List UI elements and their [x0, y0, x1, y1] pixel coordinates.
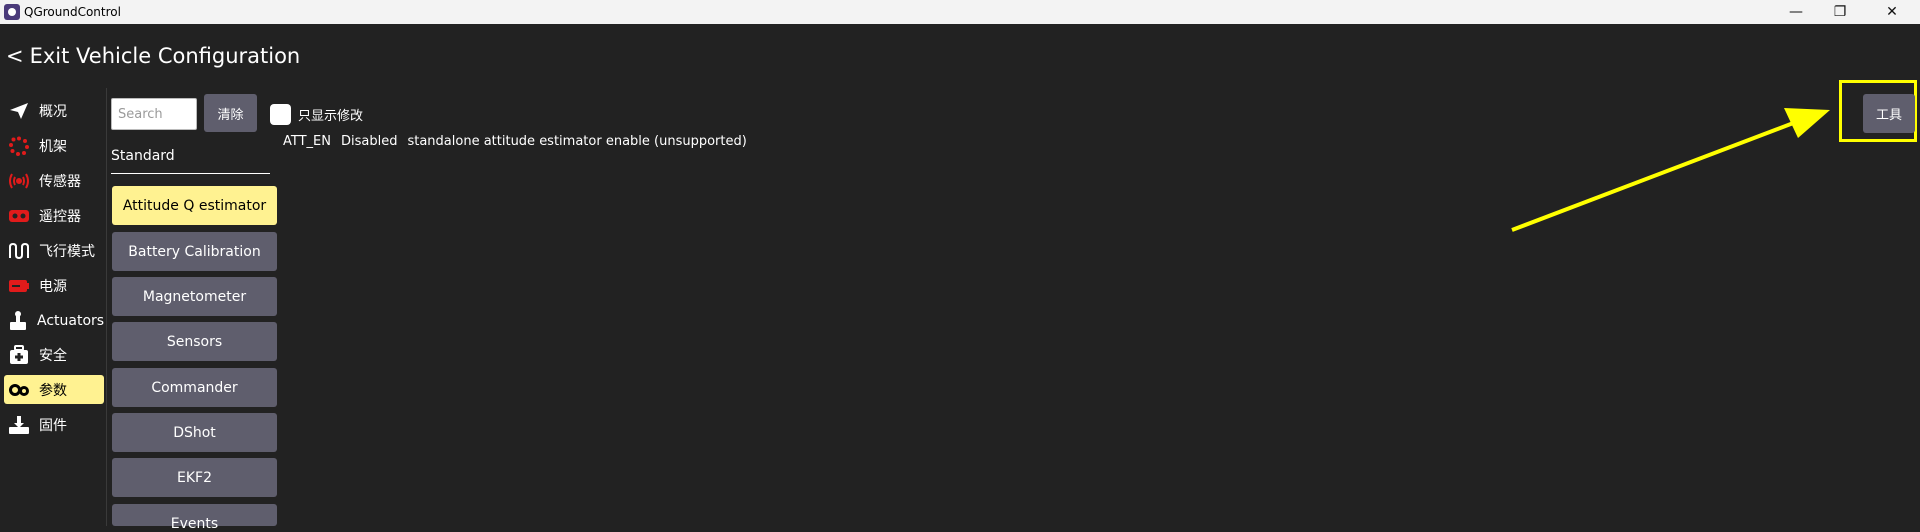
parameter-value: Disabled — [340, 134, 398, 149]
exit-label: Exit Vehicle Configuration — [29, 44, 301, 68]
nav-item-label: 飞行模式 — [39, 243, 95, 260]
nav-divider — [106, 88, 107, 526]
category-header[interactable]: Standard — [111, 148, 175, 164]
nav-item-label: 电源 — [39, 278, 67, 295]
search-input[interactable] — [111, 98, 197, 130]
qgc-app-icon — [4, 4, 20, 20]
nav-item-label: 参数 — [39, 382, 67, 399]
medkit-icon — [8, 344, 30, 365]
group-button-attitude-q-estimator[interactable]: Attitude Q estimator — [112, 186, 277, 225]
tools-button[interactable]: 工具 — [1863, 94, 1915, 133]
nav-item-label: 传感器 — [39, 173, 81, 190]
window-titlebar: QGroundControl — ❐ ✕ — [0, 0, 1920, 24]
nav-item-flight-modes[interactable]: 飞行模式 — [4, 236, 104, 265]
nav-item-airframe[interactable]: 机架 — [4, 131, 104, 160]
clear-button[interactable]: 清除 — [204, 94, 257, 132]
group-button-sensors[interactable]: Sensors — [112, 322, 277, 361]
parameter-row[interactable]: ATT_EN Disabled standalone attitude esti… — [283, 134, 747, 149]
group-button-commander[interactable]: Commander — [112, 368, 277, 407]
airframe-icon — [8, 136, 30, 156]
actuator-icon — [8, 310, 28, 331]
gears-icon — [8, 380, 30, 400]
minimize-button[interactable]: — — [1774, 0, 1818, 24]
annotation-arrow-icon — [1511, 108, 1830, 232]
parameter-description: standalone attitude estimator enable (un… — [407, 134, 747, 149]
nav-item-actuators[interactable]: Actuators — [4, 306, 104, 335]
paper-plane-icon — [8, 101, 30, 121]
battery-icon — [8, 276, 30, 296]
show-modified-checkbox[interactable] — [270, 104, 291, 125]
window-title: QGroundControl — [24, 5, 121, 19]
flight-modes-icon — [8, 241, 30, 261]
rc-controller-icon — [8, 206, 30, 226]
restore-button[interactable]: ❐ — [1818, 0, 1862, 24]
nav-item-label: 安全 — [39, 347, 67, 364]
group-button-dshot[interactable]: DShot — [112, 413, 277, 452]
nav-item-power[interactable]: 电源 — [4, 271, 104, 300]
nav-item-parameters[interactable]: 参数 — [4, 375, 104, 404]
nav-item-firmware[interactable]: 固件 — [4, 410, 104, 439]
group-button-battery-calibration[interactable]: Battery Calibration — [112, 232, 277, 271]
nav-item-summary[interactable]: 概况 — [4, 96, 104, 125]
back-chevron-icon: < — [6, 44, 24, 68]
show-modified-label: 只显示修改 — [298, 109, 364, 124]
nav-item-radio[interactable]: 遥控器 — [4, 201, 104, 230]
group-button-magnetometer[interactable]: Magnetometer — [112, 277, 277, 316]
group-button-ekf2[interactable]: EKF2 — [112, 458, 277, 497]
nav-item-label: 机架 — [39, 138, 67, 155]
firmware-icon — [8, 415, 30, 435]
nav-item-safety[interactable]: 安全 — [4, 340, 104, 369]
close-button[interactable]: ✕ — [1870, 0, 1914, 24]
radio-waves-icon — [8, 171, 30, 191]
nav-item-sensors[interactable]: 传感器 — [4, 166, 104, 195]
exit-vehicle-configuration-button[interactable]: < Exit Vehicle Configuration — [6, 40, 300, 72]
nav-item-label: 概况 — [39, 103, 67, 120]
nav-item-label: 固件 — [39, 417, 67, 434]
parameter-name: ATT_EN — [283, 134, 331, 149]
nav-item-label: Actuators — [37, 312, 105, 329]
category-underline — [111, 173, 270, 174]
group-button-events[interactable]: Events — [112, 504, 277, 532]
nav-item-label: 遥控器 — [39, 208, 81, 225]
